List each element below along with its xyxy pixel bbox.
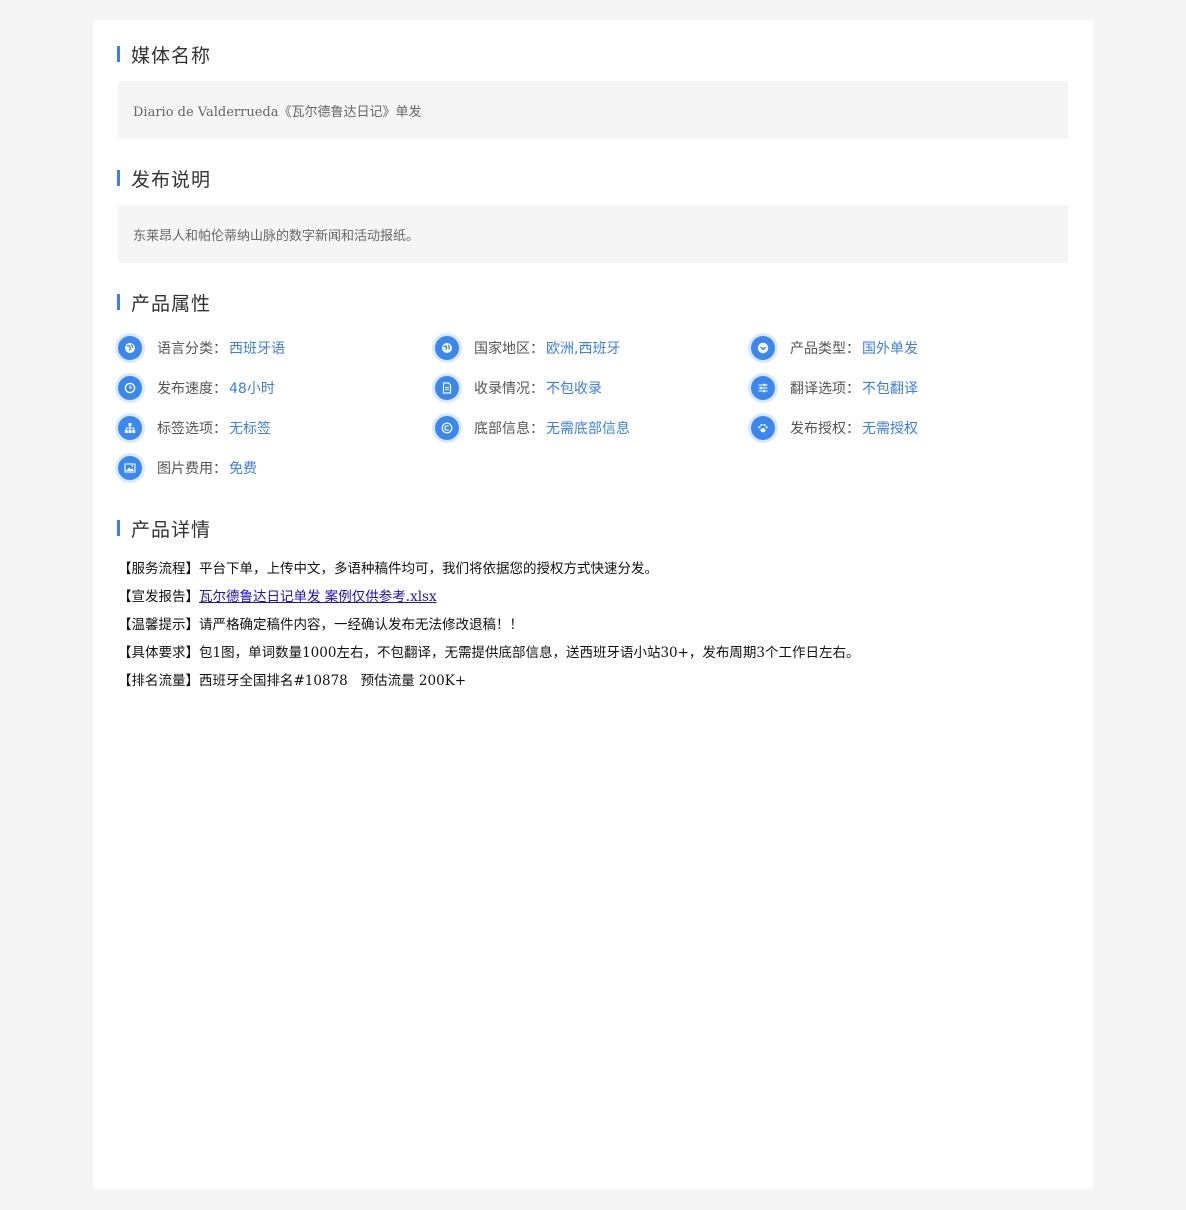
clock-icon [118, 376, 142, 400]
attr-product-type: 产品类型： 国外单发 [751, 335, 918, 361]
attr-indexing: 收录情况： 不包收录 [435, 375, 602, 401]
attr-value: 48小时 [229, 381, 275, 397]
earth-icon [435, 336, 459, 360]
attr-value: 无需底部信息 [546, 421, 630, 437]
heading-accent-bar [117, 170, 120, 186]
document-icon [435, 376, 459, 400]
attr-value: 不包翻译 [862, 381, 918, 397]
attr-label: 发布速度： [157, 381, 227, 397]
attr-label: 标签选项： [157, 421, 227, 437]
report-download-link[interactable]: 瓦尔德鲁达日记单发 案例仅供参考.xlsx [199, 589, 437, 605]
release-note-value: 东莱昂人和帕伦蒂纳山脉的数字新闻和活动报纸。 [133, 228, 420, 244]
service-flow-line: 【服务流程】平台下单，上传中文，多语种稿件均可，我们将依据您的授权方式快速分发。 [118, 561, 658, 577]
copyright-icon [435, 416, 459, 440]
attr-authorization: 发布授权： 无需授权 [751, 415, 918, 441]
attr-value: 西班牙语 [229, 341, 285, 357]
attr-tags: 标签选项： 无标签 [118, 415, 271, 441]
media-name-heading: 媒体名称 [117, 42, 212, 67]
paw-icon [751, 416, 775, 440]
attr-value: 无需授权 [862, 421, 918, 437]
report-line: 【宣发报告】瓦尔德鲁达日记单发 案例仅供参考.xlsx [118, 583, 1068, 611]
warning-line: 【温馨提示】请严格确定稿件内容，一经确认发布无法修改退稿！！ [118, 617, 523, 633]
image-icon [118, 456, 142, 480]
attr-label: 底部信息： [474, 421, 544, 437]
attr-translation: 翻译选项： 不包翻译 [751, 375, 918, 401]
attr-value: 不包收录 [546, 381, 602, 397]
attr-speed: 发布速度： 48小时 [118, 375, 275, 401]
requirements-line: 【具体要求】包1图，单词数量1000左右，不包翻译，无需提供底部信息，送西班牙语… [118, 645, 860, 661]
sliders-icon [751, 376, 775, 400]
attr-footer-info: 底部信息： 无需底部信息 [435, 415, 630, 441]
media-name-value: Diario de Valderrueda《瓦尔德鲁达日记》单发 [133, 104, 422, 120]
release-note-box: 东莱昂人和帕伦蒂纳山脉的数字新闻和活动报纸。 [118, 205, 1068, 263]
attr-value: 免费 [229, 461, 257, 477]
attr-label: 发布授权： [790, 421, 860, 437]
details-heading: 产品详情 [117, 516, 212, 541]
details-title: 产品详情 [131, 518, 212, 541]
heading-accent-bar [117, 46, 120, 62]
sitemap-icon [118, 416, 142, 440]
product-card: 媒体名称 Diario de Valderrueda《瓦尔德鲁达日记》单发 发布… [93, 20, 1093, 1189]
media-name-box: Diario de Valderrueda《瓦尔德鲁达日记》单发 [118, 81, 1068, 139]
ranking-line: 【排名流量】西班牙全国排名#10878 预估流量 200K+ [118, 673, 467, 689]
attr-value: 欧洲,西班牙 [546, 341, 621, 357]
attr-value: 国外单发 [862, 341, 918, 357]
heading-accent-bar [117, 294, 120, 310]
report-prefix: 【宣发报告】 [118, 589, 199, 605]
globe-icon [118, 336, 142, 360]
attributes-heading: 产品属性 [117, 290, 212, 315]
release-note-heading: 发布说明 [117, 166, 212, 191]
release-note-title: 发布说明 [131, 168, 212, 191]
attributes-title: 产品属性 [131, 292, 212, 315]
attr-label: 国家地区： [474, 341, 544, 357]
details-content: 【服务流程】平台下单，上传中文，多语种稿件均可，我们将依据您的授权方式快速分发。… [118, 555, 1068, 695]
attr-label: 翻译选项： [790, 381, 860, 397]
attr-label: 收录情况： [474, 381, 544, 397]
attr-image-fee: 图片费用： 免费 [118, 455, 257, 481]
attr-value: 无标签 [229, 421, 271, 437]
attr-label: 图片费用： [157, 461, 227, 477]
media-name-title: 媒体名称 [131, 44, 212, 67]
heading-accent-bar [117, 520, 120, 536]
chevron-circle-down-icon [751, 336, 775, 360]
attr-label: 产品类型： [790, 341, 860, 357]
attr-label: 语言分类： [157, 341, 227, 357]
attr-language: 语言分类： 西班牙语 [118, 335, 285, 361]
attr-region: 国家地区： 欧洲,西班牙 [435, 335, 620, 361]
